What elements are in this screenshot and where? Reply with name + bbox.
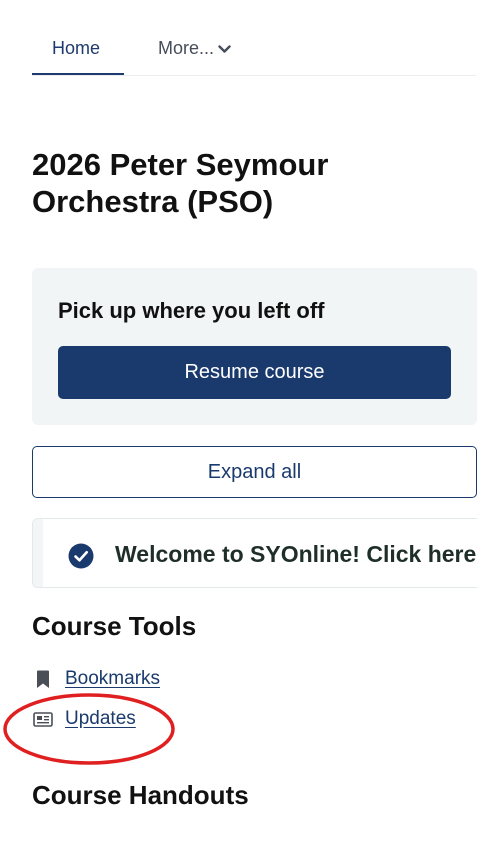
resume-heading: Pick up where you left off <box>58 298 325 323</box>
resume-course-button[interactable]: Resume course <box>58 346 451 399</box>
course-title: 2026 Peter Seymour Orchestra (PSO) <box>32 147 329 219</box>
bookmark-icon <box>32 668 54 690</box>
newspaper-icon <box>32 708 54 730</box>
tab-more[interactable]: More... <box>158 38 231 59</box>
resume-card: Pick up where you left off Resume course <box>32 268 477 425</box>
course-handouts-heading: Course Handouts <box>32 780 249 810</box>
check-circle-icon <box>68 543 94 569</box>
tab-home[interactable]: Home <box>52 38 100 59</box>
tool-item-bookmarks: Bookmarks <box>32 668 160 690</box>
section-title: Welcome to SYOnline! Click here <box>115 541 477 567</box>
nav-divider <box>32 75 476 76</box>
chevron-down-icon <box>218 44 231 53</box>
section-accent-bar <box>33 519 43 587</box>
section-welcome[interactable]: Welcome to SYOnline! Click here <box>32 518 477 588</box>
course-tabs-nav: Home More... <box>0 0 498 78</box>
updates-link[interactable]: Updates <box>65 708 136 730</box>
tab-more-label: More... <box>158 38 215 58</box>
expand-all-button[interactable]: Expand all <box>32 446 477 498</box>
tool-item-updates: Updates <box>32 708 136 730</box>
bookmarks-link[interactable]: Bookmarks <box>65 668 160 690</box>
course-tools-heading: Course Tools <box>32 611 197 641</box>
